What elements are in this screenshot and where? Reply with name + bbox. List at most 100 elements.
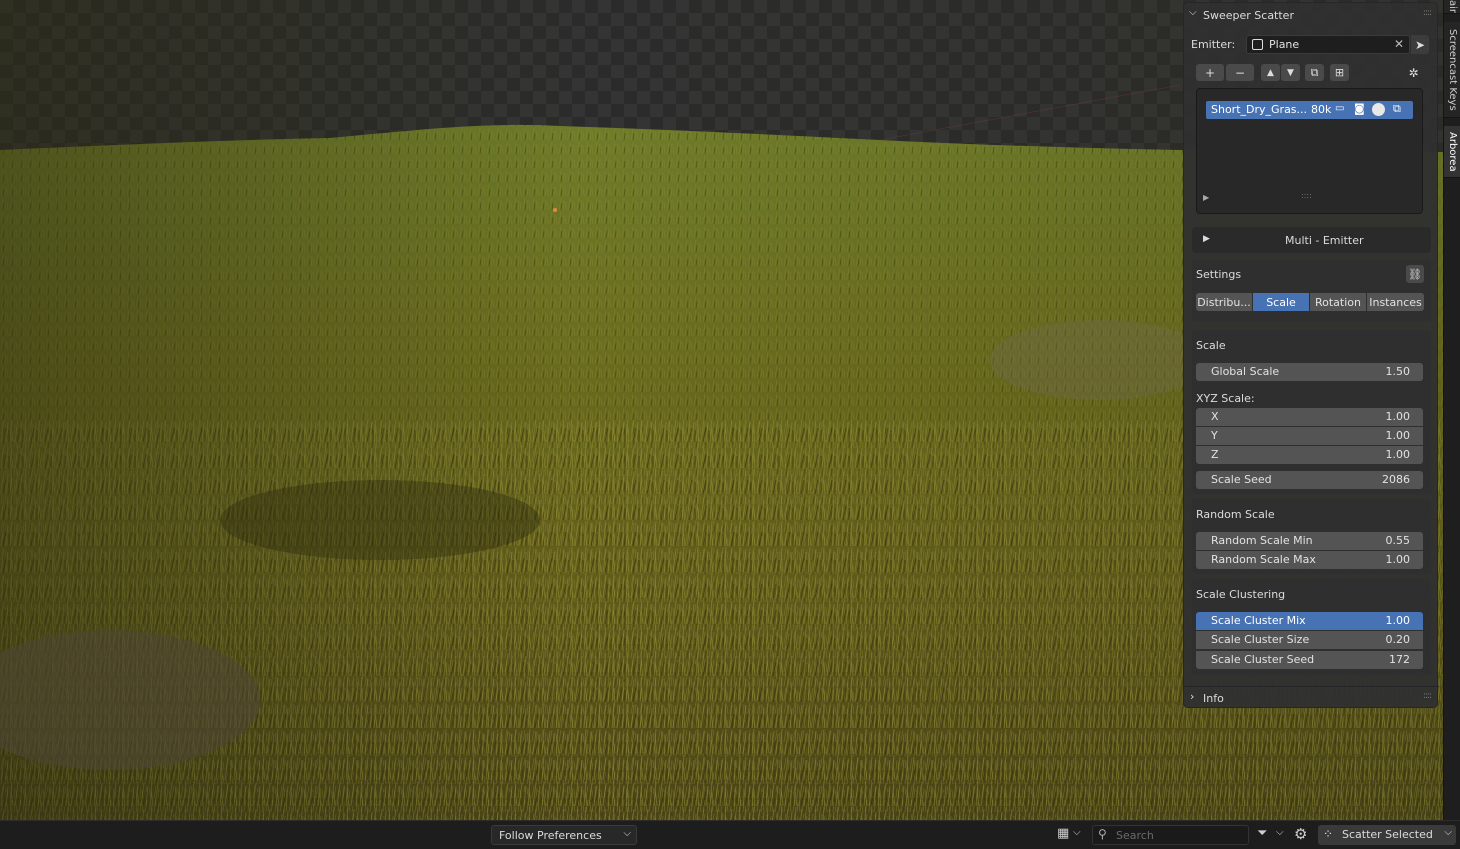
scale-clustering-section: Scale Clustering Scale Cluster Mix 1.00 … — [1192, 579, 1431, 675]
gear-icon[interactable]: ⚙ — [1294, 825, 1307, 843]
emitter-value: Plane — [1269, 38, 1300, 51]
search-icon: ⚲ — [1098, 827, 1107, 841]
tab-screencast-keys[interactable]: Screencast Keys — [1444, 22, 1460, 118]
resize-handle-icon[interactable]: :::: — [1301, 191, 1312, 200]
clear-icon[interactable]: ✕ — [1394, 37, 1404, 51]
scale-seed-value: 2086 — [1382, 473, 1410, 486]
filter-icon[interactable]: ⏷ — [1257, 826, 1267, 841]
list-item-count: 80k — [1311, 103, 1332, 116]
search-input[interactable]: ⚲ Search — [1092, 825, 1249, 845]
scale-cluster-seed-value: 172 — [1389, 653, 1410, 666]
scatter-selected-button[interactable]: ⁘ Scatter Selected ⌵ — [1318, 825, 1456, 845]
eyedropper-icon[interactable]: ➤ — [1411, 35, 1429, 54]
random-scale-max-field[interactable]: Random Scale Max 1.00 — [1196, 551, 1423, 569]
tab-scale[interactable]: Scale — [1253, 293, 1309, 311]
list-item-name: Short_Dry_Gras... — [1211, 103, 1308, 116]
scale-z-value: 1.00 — [1385, 448, 1411, 461]
follow-preferences-dropdown[interactable]: Follow Preferences ⌵ — [491, 825, 637, 845]
scale-x-value: 1.00 — [1385, 410, 1411, 423]
scale-z-label: Z — [1211, 448, 1219, 461]
dropdown-value: Follow Preferences — [499, 829, 602, 842]
settings-label: Settings — [1196, 268, 1242, 281]
scale-seed-label: Scale Seed — [1211, 473, 1272, 486]
tab-air-label: air — [1447, 0, 1458, 14]
scale-cluster-seed-field[interactable]: Scale Cluster Seed 172 — [1196, 651, 1423, 669]
move-down-icon[interactable]: ▼ — [1281, 64, 1300, 81]
monitor-icon[interactable]: ▭ — [1335, 103, 1344, 114]
drag-handle-icon[interactable]: :::: — [1423, 8, 1432, 18]
chevron-down-icon: ⌵ — [1189, 7, 1197, 18]
tab-rotation[interactable]: Rotation — [1310, 293, 1366, 311]
panel-header[interactable]: ⌵ Sweeper Scatter :::: — [1184, 3, 1439, 27]
tab-distribution-label: Distribu... — [1197, 295, 1251, 309]
chevron-down-icon: ⌵ — [623, 828, 631, 839]
camera-icon[interactable]: ◙ — [1354, 102, 1365, 115]
global-scale-value: 1.50 — [1385, 365, 1411, 378]
tab-instances[interactable]: Instances — [1367, 293, 1424, 311]
scale-cluster-mix-value: 1.00 — [1385, 614, 1411, 627]
tab-arborea[interactable]: Arborea — [1444, 126, 1460, 178]
scatter-list[interactable]: Short_Dry_Gras... 80k ▭ ◙ ⧉ ▶ :::: — [1196, 88, 1423, 214]
chevron-right-icon: › — [1190, 690, 1195, 703]
global-scale-field[interactable]: Global Scale 1.50 — [1196, 363, 1423, 381]
scale-cluster-size-value: 0.20 — [1385, 633, 1411, 646]
global-scale-label: Global Scale — [1211, 365, 1280, 378]
scale-z-field[interactable]: Z 1.00 — [1196, 446, 1423, 464]
xyz-scale-label: XYZ Scale: — [1196, 392, 1255, 405]
scale-y-value: 1.00 — [1385, 429, 1411, 442]
layout-grid-icon[interactable]: ▦ — [1057, 826, 1069, 841]
random-scale-min-value: 0.55 — [1385, 534, 1411, 547]
settings-section: Settings ⛓ Distribu... Scale Rotation In… — [1192, 260, 1431, 321]
collection-icon[interactable]: ⧉ — [1393, 102, 1401, 116]
settings-gear-icon[interactable]: ✲ — [1404, 64, 1423, 81]
scale-section: Scale Global Scale 1.50 XYZ Scale: X 1.0… — [1192, 330, 1431, 494]
list-item[interactable]: Short_Dry_Gras... 80k ▭ ◙ ⧉ — [1206, 101, 1413, 119]
duplicate-icon[interactable]: ⧉ — [1305, 64, 1324, 81]
scale-header: Scale — [1196, 339, 1226, 352]
emitter-label: Emitter: — [1191, 38, 1236, 51]
tab-distribution[interactable]: Distribu... — [1196, 293, 1252, 311]
link-icon[interactable]: ⛓ — [1406, 265, 1424, 283]
emitter-field[interactable]: Plane ✕ — [1246, 35, 1410, 54]
chevron-down-icon[interactable]: ⌵ — [1073, 827, 1081, 838]
move-up-icon[interactable]: ▲ — [1261, 64, 1280, 81]
material-sphere-icon[interactable] — [1372, 103, 1385, 116]
mesh-object-icon — [1252, 39, 1263, 50]
scale-x-label: X — [1211, 410, 1219, 423]
random-scale-max-value: 1.00 — [1385, 553, 1411, 566]
settings-tabs: Distribu... Scale Rotation Instances — [1196, 293, 1424, 311]
scale-cluster-seed-label: Scale Cluster Seed — [1211, 653, 1315, 666]
scale-y-label: Y — [1211, 429, 1218, 442]
multi-emitter-section[interactable]: ▶ Multi - Emitter — [1192, 227, 1431, 253]
status-bar: Follow Preferences ⌵ ▦ ⌵ ⚲ Search ⏷ ⌵ ⚙ … — [0, 820, 1460, 849]
add-collection-icon[interactable]: ⊞ — [1330, 64, 1349, 81]
remove-button[interactable]: − — [1226, 64, 1254, 81]
panel-title: Sweeper Scatter — [1203, 9, 1294, 22]
scale-cluster-mix-field[interactable]: Scale Cluster Mix 1.00 — [1196, 612, 1423, 630]
expand-filter-icon[interactable]: ▶ — [1203, 193, 1209, 202]
chevron-down-icon: ⌵ — [1444, 827, 1452, 838]
tab-air[interactable]: air — [1444, 0, 1460, 14]
scale-cluster-size-field[interactable]: Scale Cluster Size 0.20 — [1196, 631, 1423, 649]
sidebar-tabs: air Screencast Keys Arborea — [1443, 0, 1460, 820]
scale-y-field[interactable]: Y 1.00 — [1196, 427, 1423, 445]
tab-instances-label: Instances — [1369, 295, 1422, 309]
scatter-icon: ⁘ — [1323, 827, 1334, 841]
random-scale-min-field[interactable]: Random Scale Min 0.55 — [1196, 532, 1423, 550]
random-scale-header: Random Scale — [1196, 508, 1275, 521]
scale-seed-field[interactable]: Scale Seed 2086 — [1196, 471, 1423, 489]
sweeper-scatter-panel: ⌵ Sweeper Scatter :::: Emitter: Plane ✕ … — [1183, 2, 1439, 708]
random-scale-max-label: Random Scale Max — [1211, 553, 1316, 566]
random-scale-min-label: Random Scale Min — [1211, 534, 1313, 547]
drag-handle-icon[interactable]: :::: — [1423, 691, 1432, 701]
search-placeholder: Search — [1116, 829, 1154, 842]
scale-x-field[interactable]: X 1.00 — [1196, 408, 1423, 426]
random-scale-section: Random Scale Random Scale Min 0.55 Rando… — [1192, 499, 1431, 574]
info-label: Info — [1203, 692, 1224, 705]
scale-cluster-mix-label: Scale Cluster Mix — [1211, 614, 1306, 627]
info-panel-header[interactable]: › Info :::: — [1184, 686, 1439, 708]
add-button[interactable]: + — [1196, 64, 1224, 81]
chevron-down-icon[interactable]: ⌵ — [1276, 827, 1284, 838]
tab-rotation-label: Rotation — [1314, 295, 1361, 309]
multi-emitter-label: Multi - Emitter — [1285, 234, 1364, 247]
